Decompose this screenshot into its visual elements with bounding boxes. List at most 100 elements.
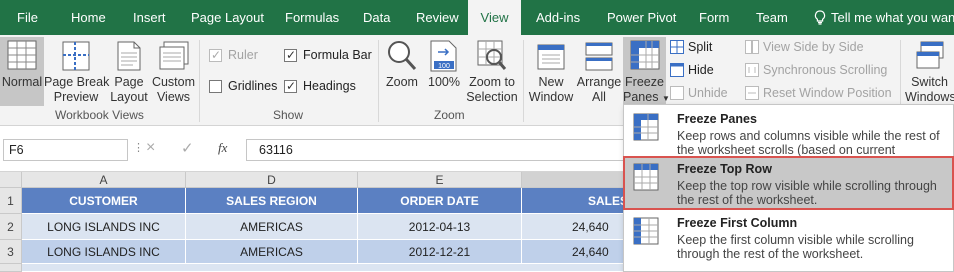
tab-page-layout[interactable]: Page Layout (191, 0, 264, 35)
table-cell[interactable]: LONG ISLANDS INC (22, 240, 186, 264)
row-header[interactable]: 3 (0, 240, 22, 264)
tab-addins[interactable]: Add-ins (536, 0, 580, 35)
row-header[interactable]: 2 (0, 214, 22, 240)
page-break-preview-icon (62, 41, 90, 71)
page-break-preview-button[interactable]: Page Break Preview (44, 37, 110, 106)
column-header[interactable]: E (358, 172, 522, 188)
reset-window-position-button[interactable]: Reset Window Position (745, 86, 892, 100)
side-by-side-icon (745, 40, 759, 54)
custom-views-label-2: Views (156, 90, 191, 104)
custom-views-button[interactable]: Custom Views (150, 37, 197, 106)
unhide-button[interactable]: Unhide (670, 86, 728, 100)
freeze-first-column-option-description: Keep the first column visible while scro… (677, 233, 914, 261)
zoom-100-button[interactable]: 100 100% (424, 37, 464, 106)
page-break-preview-label-1: Page Break (44, 75, 110, 89)
page-layout-view-label-1: Page (114, 75, 144, 89)
group-divider (378, 40, 379, 122)
checkmark-icon: ✓ (286, 47, 297, 62)
zoom-to-selection-button[interactable]: Zoom to Selection (465, 37, 519, 106)
freeze-top-row-option[interactable]: Freeze Top Row Keep the top row visible … (623, 156, 954, 210)
page-layout-view-button[interactable]: Page Layout (109, 37, 149, 106)
switch-windows-label-2: Windows (905, 90, 954, 104)
tab-power-pivot[interactable]: Power Pivot (607, 0, 676, 35)
tab-review[interactable]: Review (416, 0, 459, 35)
hide-button[interactable]: Hide (670, 63, 714, 77)
synchronous-scrolling-label: Synchronous Scrolling (763, 63, 888, 77)
column-header[interactable]: A (22, 172, 186, 188)
name-box[interactable]: F6 (3, 139, 128, 161)
tab-form[interactable]: Form (699, 0, 729, 35)
tab-insert[interactable]: Insert (133, 0, 166, 35)
table-cell[interactable]: AMERICAS (186, 214, 358, 240)
arrange-all-button[interactable]: Arrange All (575, 37, 623, 106)
group-label-zoom: Zoom (434, 108, 465, 122)
arrange-all-icon (585, 42, 613, 71)
zoom-100-icon: 100 (430, 40, 457, 72)
freeze-panes-label-1: Freeze (625, 75, 664, 89)
page-break-preview-label-2: Preview (53, 90, 99, 104)
switch-windows-button[interactable]: Switch Windows (905, 37, 954, 106)
new-window-button[interactable]: New Window (528, 37, 574, 106)
tab-data[interactable]: Data (363, 0, 390, 35)
formula-bar-label: Formula Bar (303, 48, 372, 62)
header-cell[interactable]: CUSTOMER (22, 188, 186, 214)
table-cell[interactable]: 2012-04-13 (358, 214, 522, 240)
insert-function-icon[interactable]: fx (218, 140, 227, 156)
lightbulb-icon (814, 10, 826, 25)
zoom-button[interactable]: Zoom (383, 37, 421, 106)
freeze-top-row-option-description: Keep the top row visible while scrolling… (677, 179, 937, 207)
headings-label: Headings (303, 79, 356, 93)
freeze-first-column-option-title: Freeze First Column (677, 216, 798, 230)
view-side-by-side-label: View Side by Side (763, 40, 864, 54)
hide-window-icon (670, 63, 684, 77)
freeze-panes-option-title: Freeze Panes (677, 112, 757, 126)
tab-file[interactable]: File (17, 0, 38, 35)
tell-me-search[interactable]: Tell me what you want (814, 0, 954, 35)
gridlines-checkbox[interactable]: Gridlines (209, 79, 277, 93)
page-layout-view-label-2: Layout (110, 90, 148, 104)
freeze-panes-icon (630, 40, 660, 70)
freeze-first-column-icon (633, 217, 659, 245)
table-cell[interactable]: 2012-12-21 (358, 240, 522, 264)
freeze-panes-button[interactable]: Freeze Panes ▼ (623, 37, 670, 106)
new-window-icon (537, 44, 565, 70)
row-header[interactable]: 1 (0, 188, 22, 214)
tab-view[interactable]: View (468, 0, 521, 35)
more-options-icon: ⋮ (133, 142, 144, 154)
unhide-label: Unhide (688, 86, 728, 100)
split-label: Split (688, 40, 713, 54)
split-button[interactable]: Split (670, 40, 712, 54)
sync-scroll-icon (745, 63, 759, 77)
select-all-corner[interactable] (0, 172, 22, 188)
headings-checkbox[interactable]: ✓ Headings (284, 79, 356, 93)
tell-me-label: Tell me what you want (831, 10, 954, 25)
ribbon-tab-bar: File Home Insert Page Layout Formulas Da… (0, 0, 954, 35)
table-cell[interactable]: AMERICAS (186, 240, 358, 264)
checkmark-icon: ✓ (286, 78, 297, 93)
header-cell[interactable]: SALES REGION (186, 188, 358, 214)
freeze-top-row-option-title: Freeze Top Row (677, 162, 772, 176)
view-side-by-side-button[interactable]: View Side by Side (745, 40, 864, 54)
row-header[interactable] (0, 264, 22, 272)
normal-view-icon (7, 40, 37, 70)
tab-home[interactable]: Home (71, 0, 106, 35)
formula-bar-checkbox[interactable]: ✓ Formula Bar (284, 48, 372, 62)
synchronous-scrolling-button[interactable]: Synchronous Scrolling (745, 63, 887, 77)
arrange-all-label-2: All (592, 90, 606, 104)
tab-team[interactable]: Team (756, 0, 788, 35)
table-cell[interactable]: LONG ISLANDS INC (22, 214, 186, 240)
header-cell[interactable]: ORDER DATE (358, 188, 522, 214)
new-window-label-1: New (538, 75, 564, 89)
zoom-to-selection-label-2: Selection (466, 90, 518, 104)
freeze-panes-option[interactable]: Freeze Panes Keep rows and columns visib… (624, 107, 953, 171)
normal-view-button[interactable]: Normal (0, 37, 44, 106)
ruler-checkbox[interactable]: ✓ Ruler (209, 48, 258, 62)
hide-label: Hide (688, 63, 714, 77)
column-header[interactable]: D (186, 172, 358, 188)
chevron-down-icon: ▼ (661, 94, 670, 103)
freeze-first-column-option[interactable]: Freeze First Column Keep the first colum… (624, 211, 953, 263)
enter-icon[interactable]: ✓ (181, 139, 194, 157)
tab-formulas[interactable]: Formulas (285, 0, 339, 35)
cancel-icon[interactable]: × (146, 139, 155, 157)
zoom-100-label: 100% (428, 75, 460, 89)
